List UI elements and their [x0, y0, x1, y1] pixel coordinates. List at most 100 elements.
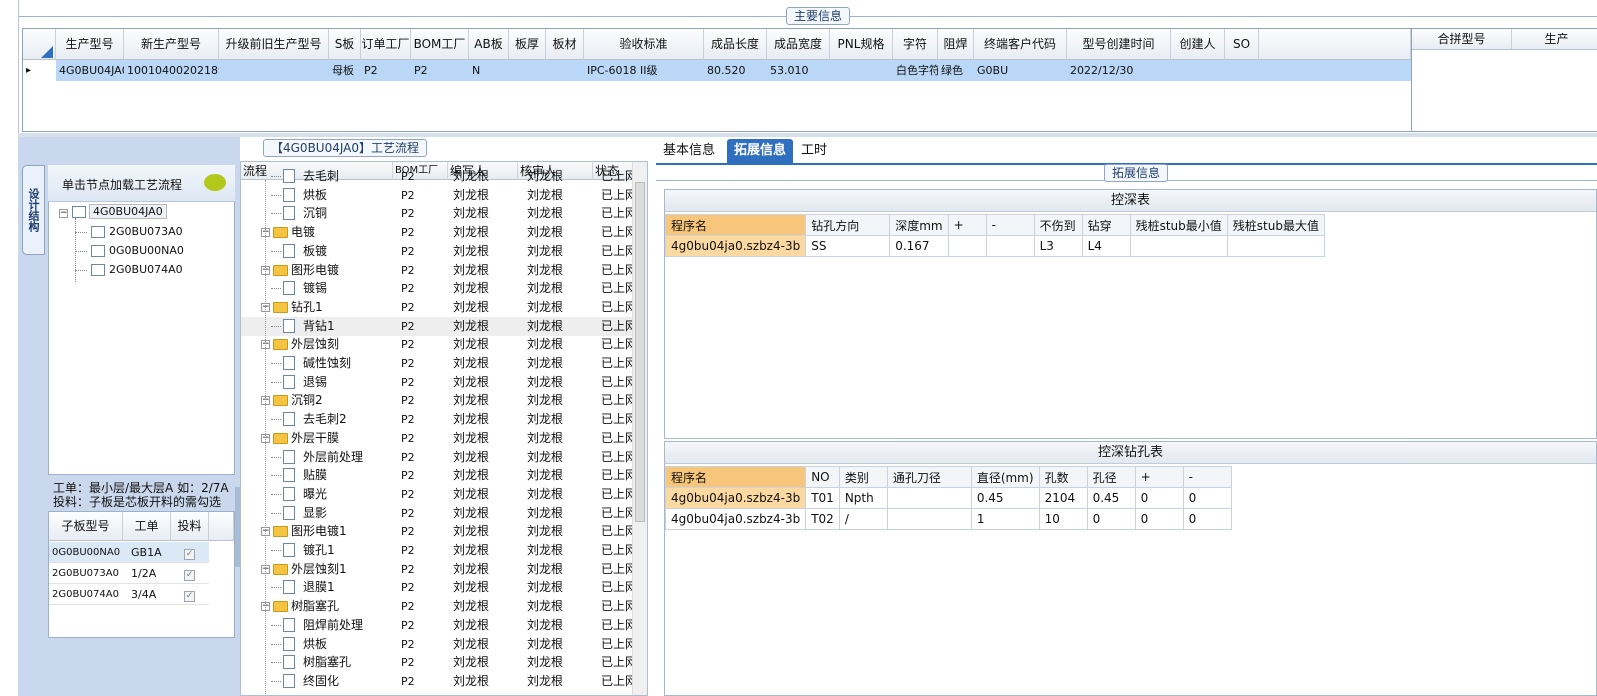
column-header[interactable]: 字符	[893, 29, 938, 60]
column-header[interactable]: 程序名	[664, 466, 807, 488]
column-header[interactable]: 钻孔方向	[805, 214, 891, 236]
flow-step-name[interactable]: 镀孔1	[303, 541, 335, 560]
column-header[interactable]: -	[1182, 466, 1232, 488]
flow-row[interactable]: 阻焊前处理 P2 刘龙根 刘龙根 已上网	[241, 616, 633, 635]
flow-step-name[interactable]: 曝光	[303, 485, 327, 504]
main-info-grid[interactable]: 生产型号 新生产型号 升级前旧生产型号 S板 订单工厂 BOM工厂 AB板 板厚 板材 验收标准成…	[22, 28, 1412, 132]
flow-row[interactable]: −电镀P2刘龙根刘龙根已上网	[241, 223, 633, 242]
flow-row[interactable]: 镀孔1 P2 刘龙根 刘龙根 已上网	[241, 541, 633, 560]
design-structure-tab[interactable]: 设计结构	[22, 165, 45, 255]
table-cell[interactable]: 0.45	[1086, 487, 1136, 509]
table-row[interactable]: 2G0BU073A0 1/2A ✓	[49, 563, 209, 584]
flow-step-name[interactable]: 图形电镀1	[291, 522, 347, 541]
flow-step-name[interactable]: 板镀	[303, 242, 327, 261]
scrollbar-thumb[interactable]	[635, 182, 645, 522]
column-header[interactable]: 阻焊	[938, 29, 974, 60]
tab-extended-info[interactable]: 拓展信息	[727, 139, 794, 163]
feed-checkbox[interactable]: ✓	[184, 591, 195, 602]
flow-step-name[interactable]: 图形电镀	[291, 261, 339, 280]
flow-step-name[interactable]: 电镀	[291, 223, 315, 242]
flow-step-name[interactable]: 碱性蚀刻	[303, 354, 351, 373]
column-header[interactable]: +	[947, 214, 987, 236]
column-header[interactable]: 创建人	[1171, 29, 1225, 60]
table-cell[interactable]	[1129, 235, 1228, 257]
table-cell[interactable]: 10	[1038, 508, 1088, 530]
column-header[interactable]: SO	[1225, 29, 1259, 60]
tree-node[interactable]: 0G0BU00NA0	[75, 244, 184, 257]
depth-table[interactable]: 程序名 钻孔方向 深度mm + - 不伤到 钻穿 残桩stub最小值 残桩stub最大值 4g0b…	[664, 214, 1325, 257]
flow-step-name[interactable]: 贴膜	[303, 466, 327, 485]
column-header[interactable]: 孔径	[1086, 466, 1136, 488]
table-cell[interactable]: 1	[970, 508, 1040, 530]
column-header[interactable]: BOM工厂	[411, 29, 469, 60]
column-header[interactable]: 板厚	[509, 29, 546, 60]
flow-step-name[interactable]: 退膜1	[303, 578, 335, 597]
flow-row[interactable]: −沉铜2P2刘龙根刘龙根已上网	[241, 391, 633, 410]
table-cell[interactable]: Npth	[838, 487, 888, 509]
flow-row[interactable]: 去毛刺2 P2 刘龙根 刘龙根 已上网	[241, 410, 633, 429]
flow-step-name[interactable]: 树脂塞孔	[303, 653, 351, 672]
flow-row[interactable]: 烘板 P2 刘龙根 刘龙根 已上网	[241, 635, 633, 654]
table-cell[interactable]: 0	[1182, 508, 1232, 530]
flow-step-name[interactable]: 外层蚀刻	[291, 335, 339, 354]
column-header[interactable]: 板材	[546, 29, 584, 60]
flow-step-name[interactable]: 烘板	[303, 186, 327, 205]
process-flow-grid[interactable]: 流程BOM工厂编写人核审人状态 去毛刺P2刘龙根刘龙根已上网烘板P2刘龙根刘龙根…	[240, 161, 648, 696]
flow-row[interactable]: 贴膜 P2 刘龙根 刘龙根 已上网	[241, 466, 633, 485]
flow-step-name[interactable]: 阻焊前处理	[303, 616, 363, 635]
flow-step-name[interactable]: 显影	[303, 504, 327, 523]
tree-node-label[interactable]: 2G0BU074A0	[109, 263, 183, 276]
table-cell[interactable]: 0	[1134, 487, 1184, 509]
table-row[interactable]: 4g0bu04ja0.szbz4-3b SS 0.167 L3 L4	[664, 235, 1325, 257]
column-header[interactable]: S板	[329, 29, 361, 60]
table-cell[interactable]	[886, 487, 972, 509]
column-header[interactable]: 通孔刀径	[886, 466, 972, 488]
flow-row[interactable]: 镀锡 P2 刘龙根 刘龙根 已上网	[241, 279, 633, 298]
flow-step-name[interactable]: 沉铜	[303, 204, 327, 223]
column-header[interactable]: 成品宽度	[767, 29, 830, 60]
tree-root[interactable]: − 4G0BU04JA0	[59, 204, 167, 219]
flow-row[interactable]: 烘板 P2 刘龙根 刘龙根 已上网	[241, 186, 633, 205]
table-cell[interactable]: 0	[1086, 508, 1136, 530]
tree-node-label[interactable]: 0G0BU00NA0	[109, 244, 184, 257]
flow-step-name[interactable]: 镀锡	[303, 279, 327, 298]
flow-row[interactable]: 显影 P2 刘龙根 刘龙根 已上网	[241, 504, 633, 523]
flow-row[interactable]: −外层蚀刻P2刘龙根刘龙根已上网	[241, 335, 633, 354]
flow-step-name[interactable]: 外层前处理	[303, 448, 363, 467]
flow-row[interactable]: 碱性蚀刻 P2 刘龙根 刘龙根 已上网	[241, 354, 633, 373]
flow-row[interactable]: 终固化 P2 刘龙根 刘龙根 已上网	[241, 672, 633, 691]
scrollbar[interactable]	[632, 162, 647, 695]
table-cell[interactable]: /	[838, 508, 888, 530]
sub-board-grid[interactable]: 子板型号 工单 投料 0G0BU00NA0 GB1A ✓ 2G0BU073A0 1/2A ✓ 2…	[48, 511, 235, 638]
table-cell[interactable]: L3	[1033, 235, 1083, 257]
flow-row[interactable]: −树脂塞孔P2刘龙根刘龙根已上网	[241, 597, 633, 616]
column-header[interactable]: 生产型号	[56, 29, 124, 60]
flow-row[interactable]: 外层前处理 P2 刘龙根 刘龙根 已上网	[241, 448, 633, 467]
column-header[interactable]: 工单	[123, 512, 171, 541]
table-row[interactable]: 4g0bu04ja0.szbz4-3b T02/1 10 0 0 0	[664, 508, 1232, 530]
tab-work-hours[interactable]: 工时	[794, 139, 834, 163]
table-cell[interactable]: 4g0bu04ja0.szbz4-3b	[664, 487, 807, 509]
flow-step-name[interactable]: 钻孔1	[291, 298, 323, 317]
tab-basic-info[interactable]: 基本信息	[656, 139, 722, 163]
collapse-icon[interactable]: −	[59, 209, 68, 218]
flow-row[interactable]: −图形电镀1P2刘龙根刘龙根已上网	[241, 522, 633, 541]
table-cell[interactable]: T01	[805, 487, 840, 509]
flow-step-name[interactable]: 外层干膜	[291, 429, 339, 448]
table-cell[interactable]: 0	[1134, 508, 1184, 530]
flow-row[interactable]: 背钻1 P2 刘龙根 刘龙根 已上网	[241, 316, 633, 336]
table-row[interactable]: 2G0BU074A0 3/4A ✓	[49, 584, 209, 605]
flow-step-name[interactable]: 外层蚀刻1	[291, 560, 347, 579]
flow-row[interactable]: 沉铜 P2 刘龙根 刘龙根 已上网	[241, 204, 633, 223]
flow-row[interactable]: 去毛刺 P2 刘龙根 刘龙根 已上网	[241, 167, 633, 186]
column-header[interactable]: 残桩stub最小值	[1129, 214, 1228, 236]
tree-node-label[interactable]: 2G0BU073A0	[109, 225, 183, 238]
flow-row[interactable]: 曝光 P2 刘龙根 刘龙根 已上网	[241, 485, 633, 504]
flow-row[interactable]: 树脂塞孔 P2 刘龙根 刘龙根 已上网	[241, 653, 633, 672]
tree-node[interactable]: 2G0BU073A0	[75, 225, 183, 238]
flow-step-name[interactable]: 去毛刺2	[303, 410, 347, 429]
flow-row[interactable]: −外层干膜P2刘龙根刘龙根已上网	[241, 429, 633, 448]
table-cell[interactable]: 0.45	[970, 487, 1040, 509]
column-header[interactable]: 不伤到	[1033, 214, 1083, 236]
table-cell[interactable]: 0.167	[889, 235, 949, 257]
